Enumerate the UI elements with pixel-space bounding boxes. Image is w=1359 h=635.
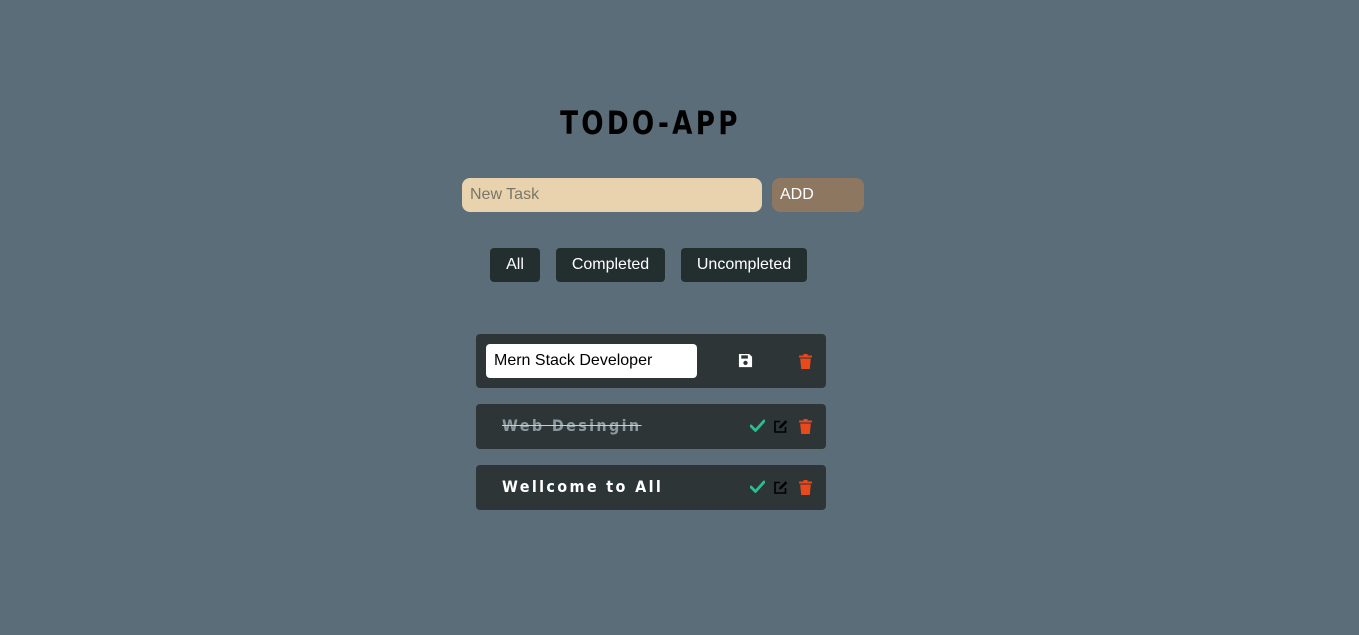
todo-item: Wellcome to All (476, 465, 826, 510)
check-icon[interactable] (750, 419, 765, 432)
app-title: TODO-APP (560, 104, 741, 142)
edit-icon[interactable] (773, 480, 788, 495)
todo-item-editing (476, 334, 826, 388)
filter-uncompleted-button[interactable]: Uncompleted (681, 248, 807, 282)
filter-all-button[interactable]: All (490, 248, 540, 282)
add-task-button[interactable]: ADD (772, 178, 864, 212)
todo-text: Wellcome to All (502, 477, 664, 496)
trash-icon[interactable] (799, 480, 812, 495)
trash-icon[interactable] (799, 354, 812, 369)
todo-item: Web Desingin (476, 404, 826, 449)
filter-completed-button[interactable]: Completed (556, 248, 665, 282)
trash-icon[interactable] (799, 419, 812, 434)
save-icon[interactable] (738, 353, 753, 368)
check-icon[interactable] (750, 480, 765, 493)
new-task-input[interactable] (462, 178, 762, 212)
edit-icon[interactable] (773, 419, 788, 434)
todo-text: Web Desingin (502, 416, 642, 435)
todo-edit-input[interactable] (486, 344, 697, 378)
